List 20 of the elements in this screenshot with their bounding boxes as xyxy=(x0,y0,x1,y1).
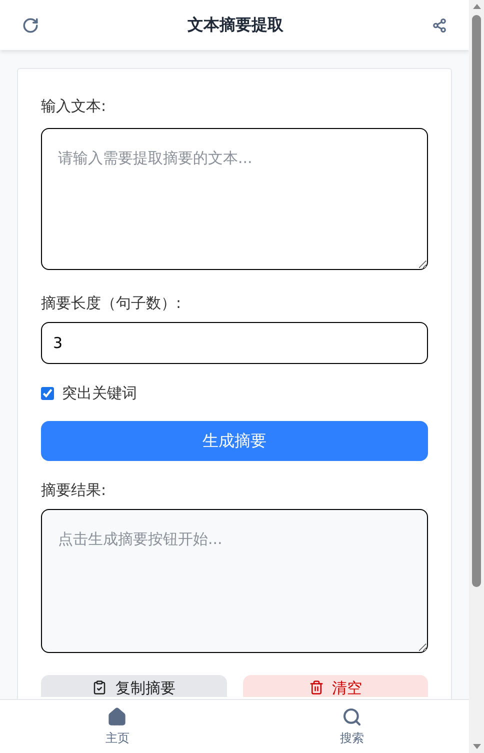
refresh-button[interactable] xyxy=(22,16,39,34)
clipboard-icon xyxy=(92,680,108,695)
result-field[interactable]: 点击生成摘要按钮开始... xyxy=(41,509,428,653)
highlight-label: 突出关键词 xyxy=(62,383,137,404)
clear-button[interactable]: 清空 xyxy=(242,675,428,697)
home-icon xyxy=(107,706,128,726)
home-tab[interactable]: 主页 xyxy=(0,700,234,753)
input-label: 输入文本: xyxy=(41,96,108,117)
copy-summary-button[interactable]: 复制摘要 xyxy=(41,675,226,697)
trash-icon xyxy=(308,680,324,695)
generate-button[interactable]: 生成摘要 xyxy=(41,420,428,460)
highlight-checkbox[interactable] xyxy=(41,386,54,400)
search-icon xyxy=(342,706,362,726)
share-button[interactable] xyxy=(432,18,447,32)
length-label: 摘要长度（句子数）: xyxy=(41,292,182,314)
search-tab[interactable]: 搜索 xyxy=(234,700,469,753)
length-input-field[interactable]: 3 xyxy=(41,322,428,364)
text-input-field[interactable]: 请输入需要提取摘要的文本... xyxy=(41,128,428,270)
page-title: 文本摘要提取 xyxy=(188,14,284,36)
result-label: 摘要结果: xyxy=(41,480,108,500)
